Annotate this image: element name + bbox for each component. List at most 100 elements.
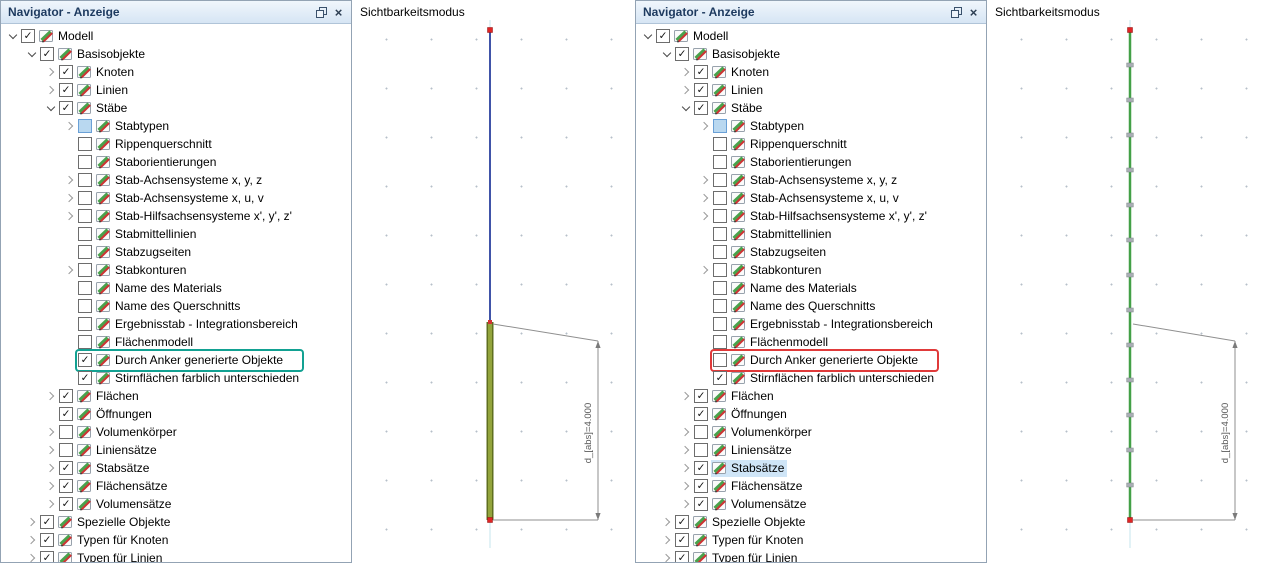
tree-item[interactable]: Stabmittellinien xyxy=(730,226,834,243)
tree-row[interactable]: ✓ Typen für Linien xyxy=(1,549,351,562)
checkbox[interactable] xyxy=(713,191,727,205)
checkbox[interactable] xyxy=(78,227,92,241)
checkbox[interactable] xyxy=(713,137,727,151)
checkbox[interactable]: ✓ xyxy=(78,371,92,385)
tree-row[interactable]: Rippenquerschnitt xyxy=(1,135,351,153)
tree-item[interactable]: Typen für Linien xyxy=(57,550,165,562)
chevron-right-icon[interactable] xyxy=(697,193,712,203)
tree-item[interactable]: Stabkonturen xyxy=(730,262,824,279)
tree-row[interactable]: Durch Anker generierte Objekte xyxy=(636,351,986,369)
chevron-right-icon[interactable] xyxy=(43,481,58,491)
checkbox[interactable] xyxy=(713,155,727,169)
tree-row[interactable]: ✓ Knoten xyxy=(1,63,351,81)
checkbox[interactable] xyxy=(78,317,92,331)
tree-row[interactable]: ✓ Öffnungen xyxy=(636,405,986,423)
tree-item[interactable]: Öffnungen xyxy=(711,406,790,423)
checkbox[interactable] xyxy=(78,119,92,133)
chevron-right-icon[interactable] xyxy=(678,427,693,437)
tree-row[interactable]: ✓ Stabsätze xyxy=(1,459,351,477)
tree-row[interactable]: Staborientierungen xyxy=(636,153,986,171)
chevron-right-icon[interactable] xyxy=(43,463,58,473)
tree-row[interactable]: Stabkonturen xyxy=(636,261,986,279)
tree-row[interactable]: ✓ Typen für Knoten xyxy=(636,531,986,549)
tree-item[interactable]: Name des Querschnitts xyxy=(730,298,878,315)
tree-item[interactable]: Durch Anker generierte Objekte xyxy=(730,352,921,369)
checkbox[interactable]: ✓ xyxy=(656,29,670,43)
tree-item[interactable]: Stab-Achsensysteme x, u, v xyxy=(95,190,267,207)
tree-row[interactable]: Name des Querschnitts xyxy=(1,297,351,315)
checkbox[interactable]: ✓ xyxy=(59,407,73,421)
tree-item[interactable]: Flächen xyxy=(76,388,142,405)
tree-item[interactable]: Name des Materials xyxy=(95,280,225,297)
tree-item[interactable]: Stabtypen xyxy=(95,118,172,135)
checkbox[interactable] xyxy=(78,263,92,277)
chevron-down-icon[interactable] xyxy=(678,102,693,112)
tree-item[interactable]: Linien xyxy=(76,82,131,99)
tree-row[interactable]: Stab-Achsensysteme x, y, z xyxy=(636,171,986,189)
tree-row[interactable]: ✓ Stirnflächen farblich unterschieden xyxy=(1,369,351,387)
checkbox[interactable] xyxy=(713,263,727,277)
tree-item[interactable]: Name des Querschnitts xyxy=(95,298,243,315)
tree-row[interactable]: Name des Materials xyxy=(636,279,986,297)
chevron-right-icon[interactable] xyxy=(697,121,712,131)
checkbox[interactable]: ✓ xyxy=(59,479,73,493)
tree-row[interactable]: Stabzugseiten xyxy=(1,243,351,261)
checkbox[interactable] xyxy=(694,443,708,457)
tree-item[interactable]: Basisobjekte xyxy=(57,46,148,63)
tree-item[interactable]: Stabkonturen xyxy=(95,262,189,279)
tree-item[interactable]: Flächenmodell xyxy=(95,334,196,351)
tree-row[interactable]: ✓ Linien xyxy=(1,81,351,99)
checkbox[interactable]: ✓ xyxy=(59,101,73,115)
tree-row[interactable]: ✓ Stäbe xyxy=(636,99,986,117)
tree-row[interactable]: ✓ Flächen xyxy=(636,387,986,405)
viewport-left[interactable]: Sichtbarkeitsmodus d_[abs]=4.000 xyxy=(352,0,635,563)
checkbox[interactable]: ✓ xyxy=(40,533,54,547)
tree-item[interactable]: Stab-Hilfsachsensysteme x', y', z' xyxy=(95,208,295,225)
checkbox[interactable] xyxy=(694,425,708,439)
tree-item[interactable]: Liniensätze xyxy=(76,442,160,459)
tree-item[interactable]: Name des Materials xyxy=(730,280,860,297)
tree-row[interactable]: ✓ Modell xyxy=(1,27,351,45)
tree-row[interactable]: Ergebnisstab - Integrationsbereich xyxy=(636,315,986,333)
tree-item[interactable]: Volumenkörper xyxy=(76,424,180,441)
tree-row[interactable]: ✓ Basisobjekte xyxy=(636,45,986,63)
checkbox[interactable]: ✓ xyxy=(694,389,708,403)
tree-item[interactable]: Ergebnisstab - Integrationsbereich xyxy=(730,316,936,333)
tree-row[interactable]: ✓ Typen für Linien xyxy=(636,549,986,562)
checkbox[interactable]: ✓ xyxy=(675,515,689,529)
chevron-right-icon[interactable] xyxy=(678,463,693,473)
tree-row[interactable]: Ergebnisstab - Integrationsbereich xyxy=(1,315,351,333)
tree-row[interactable]: Stab-Achsensysteme x, u, v xyxy=(1,189,351,207)
checkbox[interactable]: ✓ xyxy=(59,461,73,475)
tree-item[interactable]: Flächensätze xyxy=(76,478,170,495)
checkbox[interactable]: ✓ xyxy=(675,533,689,547)
tree-item[interactable]: Staborientierungen xyxy=(730,154,854,171)
tree-item[interactable]: Flächenmodell xyxy=(730,334,831,351)
chevron-right-icon[interactable] xyxy=(43,391,58,401)
tree-row[interactable]: Stab-Achsensysteme x, u, v xyxy=(636,189,986,207)
checkbox[interactable] xyxy=(78,245,92,259)
checkbox[interactable] xyxy=(78,209,92,223)
checkbox[interactable] xyxy=(713,173,727,187)
chevron-down-icon[interactable] xyxy=(659,48,674,58)
chevron-right-icon[interactable] xyxy=(697,211,712,221)
tree-row[interactable]: Name des Querschnitts xyxy=(636,297,986,315)
chevron-right-icon[interactable] xyxy=(697,265,712,275)
tree-row[interactable]: Stabkonturen xyxy=(1,261,351,279)
tree-item[interactable]: Stabsätze xyxy=(711,459,788,477)
checkbox[interactable]: ✓ xyxy=(694,497,708,511)
checkbox[interactable]: ✓ xyxy=(59,389,73,403)
tree-item[interactable]: Modell xyxy=(673,28,731,45)
tree-item[interactable]: Stirnflächen farblich unterschieden xyxy=(730,370,937,387)
tree-row[interactable]: ✓ Knoten xyxy=(636,63,986,81)
chevron-right-icon[interactable] xyxy=(659,553,674,562)
checkbox[interactable]: ✓ xyxy=(675,551,689,562)
tree-item[interactable]: Liniensätze xyxy=(711,442,795,459)
checkbox[interactable]: ✓ xyxy=(59,83,73,97)
tree-row[interactable]: Stabmittellinien xyxy=(1,225,351,243)
checkbox[interactable]: ✓ xyxy=(40,47,54,61)
checkbox[interactable] xyxy=(713,245,727,259)
chevron-right-icon[interactable] xyxy=(62,175,77,185)
checkbox[interactable]: ✓ xyxy=(694,479,708,493)
chevron-right-icon[interactable] xyxy=(62,121,77,131)
